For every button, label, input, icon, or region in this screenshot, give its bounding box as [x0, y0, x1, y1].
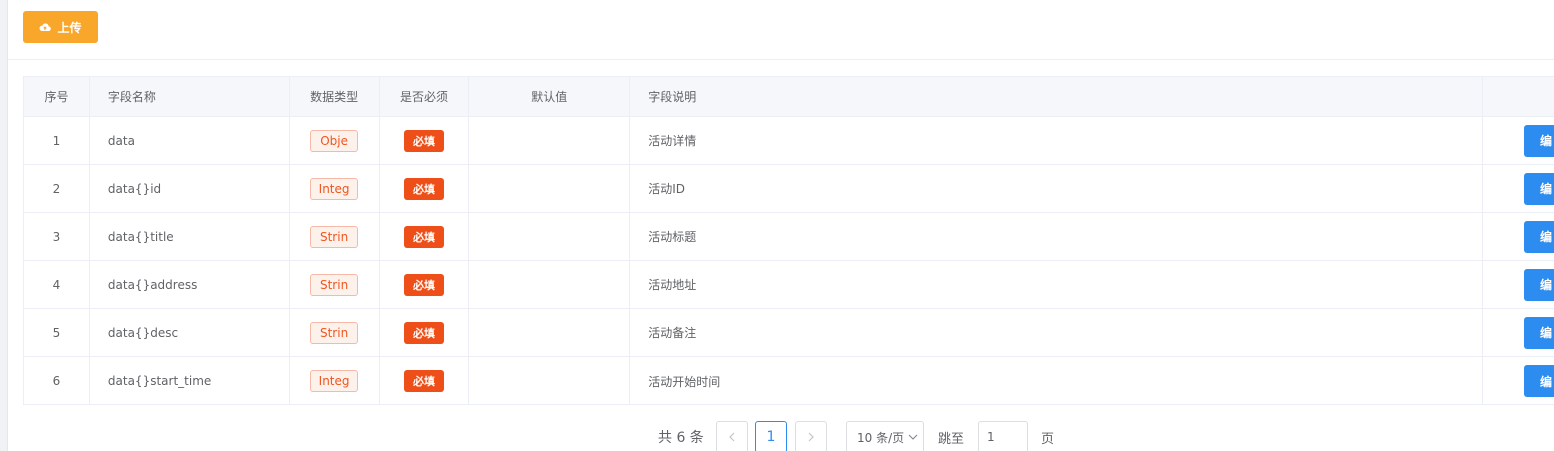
row-index: 2: [24, 165, 90, 212]
edit-button[interactable]: 编: [1524, 268, 1554, 301]
table-row: 4 data{}address Strin 必填 活动地址 编: [24, 261, 1554, 309]
required-cell: 必填: [380, 117, 470, 164]
header-index: 序号: [24, 77, 90, 116]
table-row: 1 data Obje 必填 活动详情 编: [24, 117, 1554, 165]
edit-button[interactable]: 编: [1524, 172, 1554, 205]
header-actions: [1483, 77, 1554, 116]
required-tag: 必填: [403, 129, 444, 152]
required-tag: 必填: [403, 177, 444, 200]
actions-cell: 编: [1483, 165, 1554, 212]
header-required: 是否必须: [380, 77, 470, 116]
actions-cell: 编: [1483, 357, 1554, 404]
total-count: 共 6 条: [658, 430, 704, 446]
edit-button[interactable]: 编: [1524, 220, 1554, 253]
header-desc: 字段说明: [630, 77, 1484, 116]
type-tag: Integ: [310, 370, 359, 392]
row-index: 5: [24, 309, 90, 356]
cloud-upload-icon: [39, 23, 52, 32]
upload-button-label: 上传: [57, 20, 82, 35]
row-index: 1: [24, 117, 90, 164]
chevron-left-icon: [729, 432, 735, 442]
type-cell: Integ: [290, 357, 380, 404]
default-value: [469, 165, 631, 212]
type-cell: Strin: [290, 213, 380, 260]
table-body: 1 data Obje 必填 活动详情编 2 data{}id Integ 必填 活动ID 编 3 da…: [24, 117, 1554, 404]
header-default: 默认值: [469, 77, 631, 116]
edit-button[interactable]: 编: [1524, 365, 1554, 397]
chevron-down-icon: [908, 434, 918, 440]
required-cell: 必填: [380, 309, 470, 356]
page-size-value: 10 条/页: [857, 430, 905, 445]
page-suffix: 页: [1041, 432, 1055, 447]
field-name: data{}title: [90, 213, 290, 260]
table-row: 5 data{}desc Strin 必填 活动备注 编: [24, 309, 1554, 357]
type-cell: Strin: [290, 261, 380, 308]
type-tag: Integ: [310, 177, 359, 200]
type-cell: Integ: [290, 165, 380, 212]
toolbar: 上传: [8, 0, 1554, 60]
table-header: 序号 字段名称 数据类型 是否必须 默认值 字段说明: [24, 77, 1554, 117]
header-type: 数据类型: [290, 77, 380, 116]
page-number-button[interactable]: 1: [755, 421, 787, 451]
default-value: [469, 117, 631, 164]
type-tag: Strin: [310, 321, 359, 344]
required-cell: 必填: [380, 165, 470, 212]
field-name: data{}id: [90, 165, 290, 212]
edit-button[interactable]: 编: [1524, 124, 1554, 157]
table-row: 2 data{}id Integ 必填 活动ID 编: [24, 165, 1554, 213]
fields-table: 序号 字段名称 数据类型 是否必须 默认值 字段说明 1 data Obje 必填 活动…: [23, 76, 1554, 405]
chevron-right-icon: [808, 432, 814, 442]
type-tag: Strin: [310, 225, 359, 248]
type-cell: Strin: [290, 309, 380, 356]
field-description: 活动地址: [630, 261, 1484, 308]
type-cell: Obje: [290, 117, 380, 164]
actions-cell: 编: [1483, 117, 1554, 164]
required-cell: 必填: [380, 261, 470, 308]
actions-cell: 编: [1483, 309, 1554, 356]
field-description: 活动开始时间: [630, 357, 1484, 404]
field-description: 活动详情: [630, 117, 1484, 164]
table-row: 3 data{}title Strin 必填 活动标题 编: [24, 213, 1554, 261]
field-description: 活动标题: [630, 213, 1484, 260]
page-size-select[interactable]: 10 条/页: [846, 421, 924, 451]
jump-page-input[interactable]: [978, 421, 1028, 451]
required-tag: 必填: [403, 273, 444, 296]
required-tag: 必填: [403, 225, 444, 248]
row-index: 3: [24, 213, 90, 260]
required-tag: 必填: [403, 370, 444, 392]
row-index: 4: [24, 261, 90, 308]
actions-cell: 编: [1483, 213, 1554, 260]
table-row: 6 data{}start_time Integ 必填 活动开始时间 编: [24, 357, 1554, 404]
default-value: [469, 309, 631, 356]
actions-cell: 编: [1483, 261, 1554, 308]
field-name: data{}address: [90, 261, 290, 308]
edit-button[interactable]: 编: [1524, 316, 1554, 349]
next-page-button[interactable]: [795, 421, 827, 451]
required-cell: 必填: [380, 213, 470, 260]
prev-page-button[interactable]: [716, 421, 748, 451]
jump-label: 跳至: [938, 432, 965, 447]
field-description: 活动备注: [630, 309, 1484, 356]
row-index: 6: [24, 357, 90, 404]
upload-button[interactable]: 上传: [23, 11, 98, 43]
field-description: 活动ID: [630, 165, 1484, 212]
field-name: data: [90, 117, 290, 164]
field-name: data{}start_time: [90, 357, 290, 404]
default-value: [469, 213, 631, 260]
default-value: [469, 357, 631, 404]
required-tag: 必填: [403, 321, 444, 344]
header-name: 字段名称: [90, 77, 290, 116]
required-cell: 必填: [380, 357, 470, 404]
pagination: 共 6 条 1 10 条/页 跳至 页: [0, 421, 1554, 451]
default-value: [469, 261, 631, 308]
field-name: data{}desc: [90, 309, 290, 356]
type-tag: Strin: [310, 273, 359, 296]
left-border: [0, 0, 8, 451]
type-tag: Obje: [310, 129, 359, 152]
